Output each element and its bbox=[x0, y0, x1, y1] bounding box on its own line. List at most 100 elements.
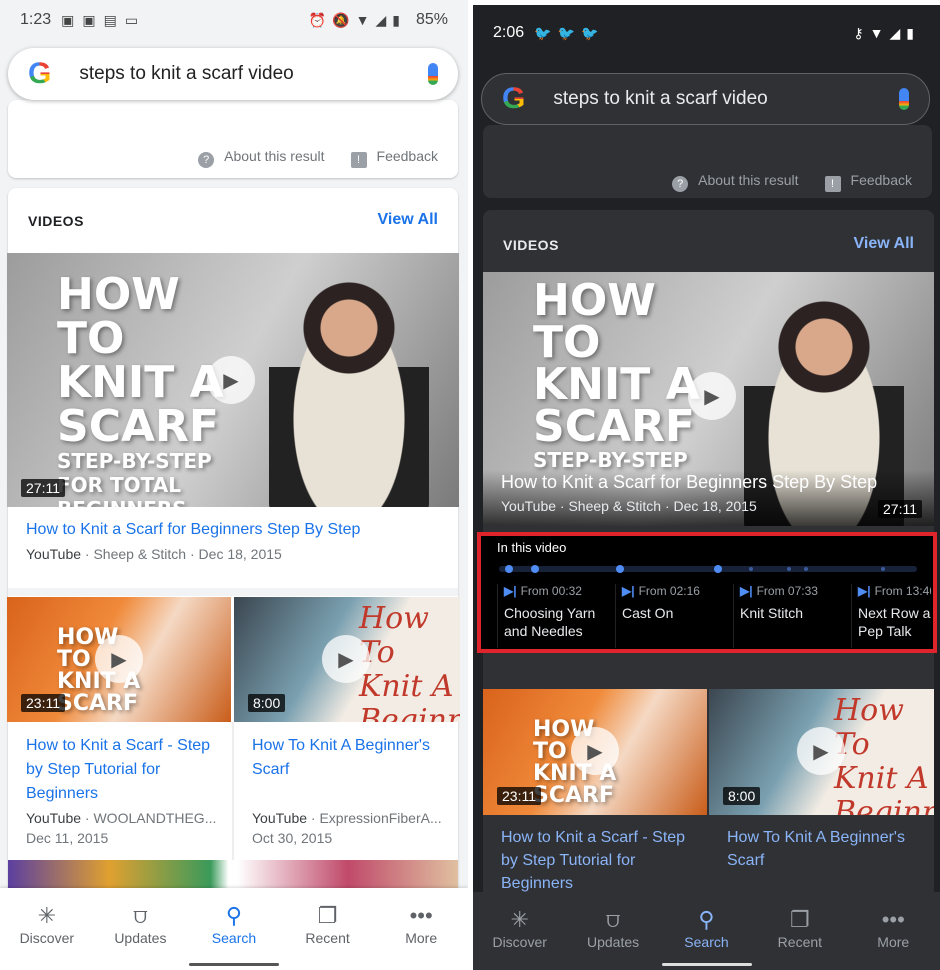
search-input[interactable]: steps to knit a scarf video bbox=[553, 88, 767, 110]
video-title[interactable]: How to Knit a Scarf - Step by Step Tutor… bbox=[501, 826, 701, 895]
about-label: About this result bbox=[698, 172, 799, 188]
clock: 2:06 bbox=[493, 24, 525, 41]
chapter-marker[interactable] bbox=[616, 565, 624, 573]
play-icon[interactable]: ▶ bbox=[95, 635, 143, 683]
play-icon[interactable]: ▶ bbox=[797, 727, 845, 775]
google-logo-icon: G bbox=[28, 57, 52, 90]
microphone-icon[interactable] bbox=[899, 88, 909, 110]
search-icon: ⚲ bbox=[225, 903, 243, 928]
video-title[interactable]: How to Knit a Scarf - Step by Step Tutor… bbox=[26, 734, 216, 806]
battery-level: 85% bbox=[415, 11, 448, 28]
videos-header: VIDEOS bbox=[28, 213, 84, 229]
main-video-meta: YouTube · Sheep & Stitch · Dec 18, 2015 bbox=[501, 498, 757, 514]
thumbnail-person-image bbox=[269, 263, 429, 507]
duration-badge: 8:00 bbox=[723, 787, 761, 805]
chapter-marker[interactable] bbox=[505, 565, 513, 573]
chapter-item[interactable]: ▶|From 13:46 Next Row and Pep Talk bbox=[851, 584, 931, 648]
chapter-timeline[interactable] bbox=[499, 565, 917, 573]
video-thumbnail[interactable]: HOW TO KNIT A SCARF ▶ 23:11 bbox=[483, 689, 707, 815]
clock: 1:23 bbox=[20, 11, 52, 28]
play-icon[interactable]: ▶ bbox=[571, 727, 619, 775]
duration-badge: 27:11 bbox=[21, 479, 65, 497]
feedback-link[interactable]: ! Feedback bbox=[350, 148, 438, 168]
previous-result-card: ? About this result ! Feedback bbox=[483, 125, 932, 198]
play-icon[interactable]: ▶ bbox=[688, 372, 736, 420]
system-icons: ⏰🔕▼◢▮ bbox=[308, 11, 406, 28]
videos-card: VIDEOS View All HOW TO KNIT A SCARF STEP-… bbox=[7, 188, 460, 922]
skip-play-icon: ▶| bbox=[504, 584, 517, 598]
nav-recent[interactable]: ❐ Recent bbox=[760, 906, 840, 970]
nav-updates[interactable]: ⩌ Updates bbox=[573, 906, 653, 970]
nav-discover[interactable]: ✳ Discover bbox=[7, 902, 87, 970]
search-input[interactable]: steps to knit a scarf video bbox=[79, 63, 293, 85]
duration-badge: 27:11 bbox=[878, 500, 922, 518]
asterisk-icon: ✳ bbox=[37, 903, 57, 928]
updates-icon: ⩌ bbox=[133, 903, 148, 928]
nav-label: More bbox=[877, 934, 910, 950]
video-thumbnail[interactable]: How To Knit A Beginner's Scarf ▶ 8:00 bbox=[234, 597, 460, 722]
main-video-title[interactable]: How to Knit a Scarf for Beginners Step B… bbox=[501, 472, 877, 493]
nav-label: Search bbox=[684, 934, 729, 950]
chapter-marker[interactable] bbox=[881, 567, 885, 571]
feedback-link[interactable]: ! Feedback bbox=[824, 172, 912, 192]
nav-discover[interactable]: ✳ Discover bbox=[480, 906, 560, 970]
main-video-meta: YouTube · Sheep & Stitch · Dec 18, 2015 bbox=[26, 546, 282, 562]
videos-header: VIDEOS bbox=[503, 237, 559, 253]
updates-icon: ⩌ bbox=[605, 907, 621, 932]
play-icon[interactable]: ▶ bbox=[207, 356, 255, 404]
recent-icon: ❐ bbox=[317, 903, 338, 928]
twitter-icons: 🐦🐦🐦 bbox=[534, 24, 605, 41]
video-date: Oct 30, 2015 bbox=[252, 830, 333, 846]
chapter-item[interactable]: ▶| From 07:33 Knit Stitch bbox=[733, 584, 851, 648]
chapter-name: Knit Stitch bbox=[740, 605, 804, 621]
search-icon: ⚲ bbox=[698, 907, 715, 932]
nav-recent[interactable]: ❐ Recent bbox=[288, 902, 368, 970]
chapter-item[interactable]: ▶| From 02:16 Cast On bbox=[615, 584, 733, 648]
google-logo-icon: G bbox=[502, 82, 526, 115]
chapter-item[interactable]: ▶| From 00:32 Choosing Yarn and Needles bbox=[497, 584, 615, 648]
microphone-icon[interactable] bbox=[428, 63, 438, 85]
gesture-handle[interactable] bbox=[189, 963, 279, 966]
chapter-marker[interactable] bbox=[531, 565, 539, 573]
search-bar[interactable]: G steps to knit a scarf video bbox=[481, 73, 930, 125]
play-icon[interactable]: ▶ bbox=[322, 635, 370, 683]
asterisk-icon: ✳ bbox=[510, 907, 529, 932]
chapter-marker[interactable] bbox=[787, 567, 791, 571]
status-bar: 2:06 🐦🐦🐦 ⚷▼◢▮ bbox=[473, 13, 940, 53]
nav-search[interactable]: ⚲ Search bbox=[194, 902, 274, 970]
nav-more[interactable]: ••• More bbox=[853, 906, 933, 970]
video-thumbnail[interactable]: HOW TO KNIT A SCARF ▶ 23:11 bbox=[7, 597, 231, 722]
video-title[interactable]: How To Knit A Beginner's Scarf bbox=[252, 734, 452, 782]
about-result-link[interactable]: ? About this result bbox=[198, 148, 325, 168]
bottom-navigation: ✳ Discover ⩌ Updates ⚲ Search ❐ Recent ••• Mo… bbox=[473, 892, 940, 970]
feedback-label: Feedback bbox=[376, 148, 438, 164]
help-icon: ? bbox=[672, 176, 689, 192]
video-thumbnail[interactable]: How To Knit A Beginner's Scarf ▶ 8:00 bbox=[709, 689, 934, 815]
nav-label: Recent bbox=[777, 934, 823, 950]
search-bar[interactable]: G steps to knit a scarf video bbox=[8, 48, 458, 100]
chapter-marker[interactable] bbox=[749, 567, 753, 571]
video-date: Dec 11, 2015 bbox=[26, 830, 109, 846]
previous-result-card: ? About this result ! Feedback bbox=[8, 100, 458, 178]
view-all-link[interactable]: View All bbox=[854, 235, 914, 253]
thumbnail-text: HOW TO KNIT A SCARF STEP-BY-STEP bbox=[533, 275, 700, 473]
status-bar: 1:23 ▣▣▤▭ ⏰🔕▼◢▮ 85% bbox=[0, 0, 468, 40]
gesture-handle[interactable] bbox=[661, 963, 752, 966]
video-title[interactable]: How To Knit A Beginner's Scarf bbox=[727, 826, 927, 872]
about-result-link[interactable]: ? About this result bbox=[672, 172, 799, 192]
recent-icon: ❐ bbox=[789, 907, 810, 932]
chapter-marker[interactable] bbox=[804, 567, 808, 571]
chapter-marker[interactable] bbox=[714, 565, 722, 573]
view-all-link[interactable]: View All bbox=[378, 211, 438, 229]
feedback-icon: ! bbox=[824, 176, 841, 192]
nav-updates[interactable]: ⩌ Updates bbox=[100, 902, 180, 970]
main-video-thumbnail[interactable]: HOW TO KNIT A SCARF STEP-BY-STEP FOR TOTA… bbox=[7, 253, 459, 507]
nav-more[interactable]: ••• More bbox=[381, 902, 461, 970]
main-video-title[interactable]: How to Knit a Scarf for Beginners Step B… bbox=[26, 518, 446, 542]
chapters-header: In this video bbox=[497, 540, 567, 555]
nav-search[interactable]: ⚲ Search bbox=[666, 906, 746, 970]
in-this-video-chapters: In this video ▶| From 00:32 Choosing Yarn … bbox=[477, 532, 937, 653]
thumbnail-text: How To Knit A Beginner's Scarf bbox=[359, 601, 460, 723]
nav-label: Updates bbox=[114, 930, 167, 946]
main-video-thumbnail[interactable]: HOW TO KNIT A SCARF STEP-BY-STEP ▶ How to… bbox=[483, 272, 934, 526]
